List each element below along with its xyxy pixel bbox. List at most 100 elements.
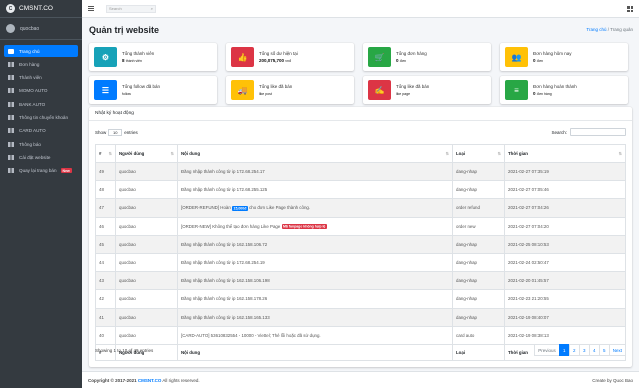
cell-type: dang-nhap [452,307,505,327]
cell-time: 2021-02-27 07:04:20 [504,216,626,236]
info-box: 👍 Tổng số dư hiện tại 200,075,700 vnđ [226,43,354,71]
copyright: Copyright © 2017-2021 CMSNT.CO All right… [88,377,200,383]
column-header-type[interactable]: Loại ⇅ [452,144,505,163]
sidebar-item-card-auto[interactable]: CARD AUTO [4,125,78,137]
table-icon [8,141,14,147]
cell-type: dang-nhap [452,289,505,309]
cell-time: 2021-02-23 21:20:55 [504,289,626,309]
table-icon [8,168,14,174]
sidebar-item-transfer-info[interactable]: Thông tin chuyển khoản [4,111,78,123]
cell-type: card auto [452,325,505,345]
table-row: 45 quocbao Đăng nhập thành công từ ip 162.… [95,234,626,254]
users-icon: 👥 [505,47,528,67]
cell-user: quocbao [115,161,178,182]
activity-card: Nhật ký hoạt động Show 10 entries Search… [89,107,632,367]
footer: Copyright © 2017-2021 CMSNT.CO All right… [82,371,639,388]
user-panel[interactable]: quocbao [0,18,82,40]
sidebar-item-settings[interactable]: Cài đặt website [4,151,78,163]
new-badge: New [60,168,72,174]
entries-select[interactable]: 10 [108,129,123,136]
signature-icon: ✍ [368,80,391,100]
truck-icon: 🚚 [231,80,254,100]
info-box-value: 8 thành viên [122,58,142,63]
cell-id: 42 [95,289,116,309]
info-box-value: 0 đơn hàng [533,91,552,96]
sidebar-item-back-to-shop[interactable]: Quay lại trang bán New [4,165,78,177]
cell-user: quocbao [115,289,178,309]
sidebar-item-members[interactable]: Thành viên [4,72,78,84]
info-box: ✍ Tổng like đã bán like page [363,76,491,104]
table-info: Showing 1 to 10 of 49 entries [95,348,154,353]
apps-grid-icon[interactable] [627,6,633,12]
table-icon [8,114,14,120]
thumbs-up-icon: 👍 [231,47,254,67]
cell-type: order refund [452,198,505,218]
cell-content: Đăng nhập thành công từ ip 162.158.178.2… [177,289,453,309]
cell-time: 2021-02-19 08:40:07 [504,307,626,327]
cell-type: dang-nhap [452,271,505,291]
cell-type: dang-nhap [452,252,505,273]
info-box-label: Tổng follow đã bán [122,84,161,89]
table-row: 46 quocbao [ORDER-NEW] Không thể tạo đơn h… [95,216,626,236]
sidebar-item-bank[interactable]: BANK AUTO [4,98,78,110]
table-row: 48 quocbao Đăng nhập thành công từ ip 172.… [95,180,626,200]
column-header-id[interactable]: # ⇅ [95,144,116,163]
activity-table: # ⇅ Người dùng ⇅ Nội dung ⇅ Loại ⇅ Thời gian… [95,144,626,361]
sidebar-item-notifications[interactable]: Thông báo [4,138,78,150]
cell-content: [CARD-AUTO] 53610832554 - 10000 - Viette… [177,325,453,345]
cell-user: quocbao [115,325,178,345]
table-icon [8,75,14,81]
cell-type: order new [452,216,505,236]
sidebar-item-orders[interactable]: Đơn hàng [4,58,78,70]
column-header-user[interactable]: Người dùng ⇅ [115,144,178,163]
table-row: 43 quocbao Đăng nhập thành công từ ip 162.… [95,271,626,291]
avatar [6,24,15,33]
footer-brand-link[interactable]: CMSNT.CO [138,378,162,383]
cell-id: 45 [95,234,116,254]
info-box-label: Tổng like đã bán [396,84,430,89]
cell-user: quocbao [115,307,178,327]
cell-content: Đăng nhập thành công từ ip 162.158.106.7… [177,234,453,254]
info-box-label: Đơn hàng hoàn thành [533,84,577,89]
search-placeholder: Search [109,6,122,11]
cell-content: Đăng nhập thành công từ ip 172.68.254.17 [177,161,453,182]
table-search-input[interactable] [570,128,626,136]
cell-id: 44 [95,252,116,273]
table-icon [8,88,14,94]
breadcrumb-home[interactable]: Trang chủ [586,27,606,32]
cell-time: 2021-02-19 08:38:13 [504,325,626,345]
column-header-content[interactable]: Nội dung ⇅ [177,144,453,163]
cell-time: 2021-02-27 07:05:46 [504,180,626,200]
info-box: ⚙ Tổng thành viên 8 thành viên [89,43,217,71]
table-row: 40 quocbao [CARD-AUTO] 53610832554 - 10000… [95,325,626,345]
dashboard-icon [8,48,14,54]
cell-content: [ORDER-REFUND] Hoàn 15,000đ cho đơn Like… [177,198,453,218]
menu-toggle-icon[interactable] [88,6,94,11]
breadcrumb-current: Trang quản [610,27,633,32]
cell-id: 40 [95,325,116,345]
column-header-time[interactable]: Thời gian ⇅ [504,144,626,163]
info-box-value: like page [396,92,411,96]
brand[interactable]: C CMSNT.CO [0,0,82,18]
cell-time: 2021-02-27 07:04:26 [504,198,626,218]
cell-time: 2021-02-24 02:50:47 [504,252,626,273]
user-name: quocbao [20,25,40,32]
search-input[interactable]: Search ⌕ [106,4,156,13]
column-footer-content: Nội dung [177,343,453,361]
search-icon[interactable]: ⌕ [151,6,153,11]
pagination-next[interactable]: Next [608,344,626,356]
cell-user: quocbao [115,234,178,254]
pagination-previous[interactable]: Previous [534,344,560,356]
cell-time: 2021-02-27 07:35:19 [504,161,626,182]
cell-type: dang-nhap [452,234,505,254]
sidebar-nav: Trang chủ Đơn hàng Thành viên MOMO AUTO … [0,40,82,177]
cell-user: quocbao [115,198,178,218]
table-row: 47 quocbao [ORDER-REFUND] Hoàn 15,000đ cho… [95,198,626,218]
sidebar-item-momo[interactable]: MOMO AUTO [4,85,78,97]
sidebar: C CMSNT.CO quocbao Trang chủ Đơn hàng Th… [0,0,82,388]
align-icon: ≡ [505,80,528,100]
cell-type: dang-nhap [452,161,505,182]
sidebar-item-home[interactable]: Trang chủ [4,45,78,57]
cell-content: Đăng nhập thành công từ ip 172.68.255.12… [177,180,453,200]
cell-type: dang-nhap [452,180,505,200]
